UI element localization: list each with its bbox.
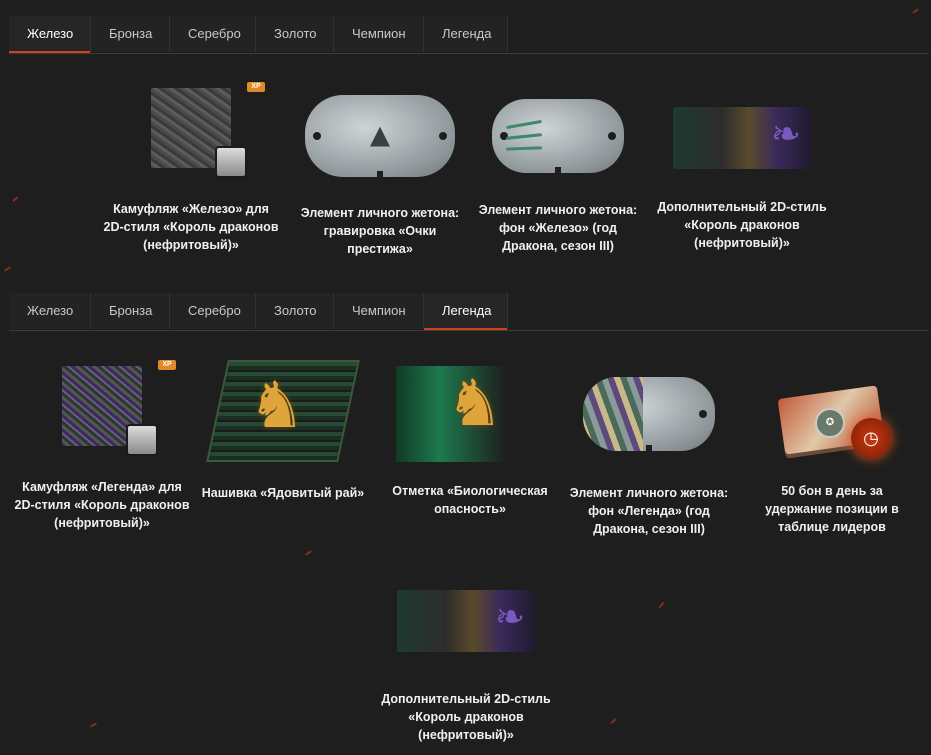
tier-tabs-top: Железо Бронза Серебро Золото Чемпион Лег… <box>9 16 929 54</box>
tab-silver[interactable]: Серебро <box>170 16 256 52</box>
dragon-icon: ❧ <box>770 113 801 154</box>
tab-legend[interactable]: Легенда <box>424 16 508 52</box>
tab-silver[interactable]: Серебро <box>170 293 256 329</box>
patch-dragon-icon: ♞ <box>206 360 360 462</box>
dog-tag-background-icon <box>492 99 624 175</box>
paint-bucket-icon <box>215 146 247 178</box>
reward-label: Элемент личного жетона: гравировка «Очки… <box>300 206 460 256</box>
dragon-icon: ❧ <box>494 596 525 637</box>
reward-card[interactable]: ▲ Элемент личного жетона: гравировка «Оч… <box>290 95 470 258</box>
camouflage-icon: XP <box>62 360 176 456</box>
ember-spark <box>912 8 919 14</box>
reward-label: Дополнительный 2D-стиль «Король драконов… <box>381 692 551 742</box>
bonds-timer-icon: ✪ ◷ <box>773 378 891 458</box>
reward-label: Нашивка «Ядовитый рай» <box>201 486 365 500</box>
2d-style-icon: ❧ <box>397 590 535 652</box>
tab-legend[interactable]: Легенда <box>424 293 508 330</box>
reward-card[interactable]: XP Камуфляж «Железо» для 2D-стиля «Корол… <box>102 82 280 254</box>
reward-card[interactable]: ♞ Нашивка «Ядовитый рай» <box>200 360 366 502</box>
2d-style-icon: ❧ <box>673 107 811 169</box>
paint-bucket-icon <box>126 424 158 456</box>
golden-dragon-icon: ♞ <box>446 367 504 439</box>
tab-champion[interactable]: Чемпион <box>334 16 424 52</box>
tab-gold[interactable]: Золото <box>256 16 334 52</box>
bond-coin-icon: ✪ <box>815 408 845 438</box>
tab-champion[interactable]: Чемпион <box>334 293 424 329</box>
tab-iron[interactable]: Железо <box>9 293 91 329</box>
ember-spark <box>3 266 12 272</box>
xp-badge-icon: XP <box>158 360 176 370</box>
tab-gold[interactable]: Золото <box>256 293 334 329</box>
reward-label: Камуфляж «Легенда» для 2D-стиля «Король … <box>14 480 190 530</box>
reward-card[interactable]: ❧ Дополнительный 2D-стиль «Король дракон… <box>380 590 552 744</box>
tier-tabs-bottom: Железо Бронза Серебро Золото Чемпион Лег… <box>9 293 929 331</box>
camouflage-icon: XP <box>151 82 265 178</box>
reward-label: Камуфляж «Железо» для 2D-стиля «Король д… <box>103 202 279 252</box>
tab-bronze[interactable]: Бронза <box>91 293 170 329</box>
ember-spark <box>610 717 617 725</box>
ember-spark <box>305 550 312 556</box>
reward-label: Дополнительный 2D-стиль «Король драконов… <box>657 200 827 250</box>
ember-spark <box>12 195 19 203</box>
reward-card[interactable]: ❧ Дополнительный 2D-стиль «Король дракон… <box>656 107 828 252</box>
reward-card[interactable]: ✪ ◷ 50 бон в день за удержание позиции в… <box>746 378 918 536</box>
dog-tag-engraving-icon: ▲ <box>305 95 455 179</box>
reward-card[interactable]: Элемент личного жетона: фон «Легенда» (г… <box>564 377 734 538</box>
prestige-emblem-icon: ▲ <box>363 116 397 155</box>
xp-badge-icon: XP <box>247 82 265 92</box>
reward-card[interactable]: XP Камуфляж «Легенда» для 2D-стиля «Коро… <box>14 360 190 532</box>
tab-iron[interactable]: Железо <box>9 16 91 53</box>
ember-spark <box>658 601 665 609</box>
reward-card[interactable]: ♞ Отметка «Биологическая опасность» <box>384 366 556 518</box>
ember-spark <box>89 722 98 728</box>
reward-label: Элемент личного жетона: фон «Легенда» (г… <box>569 486 729 536</box>
dog-tag-background-icon <box>583 377 715 453</box>
reward-label: Элемент личного жетона: фон «Железо» (го… <box>478 203 638 253</box>
tab-bronze[interactable]: Бронза <box>91 16 170 52</box>
golden-dragon-icon: ♞ <box>248 369 306 441</box>
reward-card[interactable]: Элемент личного жетона: фон «Железо» (го… <box>472 99 644 255</box>
mark-dragon-icon: ♞ <box>396 366 506 462</box>
clock-icon: ◷ <box>851 418 891 458</box>
reward-label: Отметка «Биологическая опасность» <box>392 484 548 516</box>
reward-label: 50 бон в день за удержание позиции в таб… <box>765 484 899 534</box>
